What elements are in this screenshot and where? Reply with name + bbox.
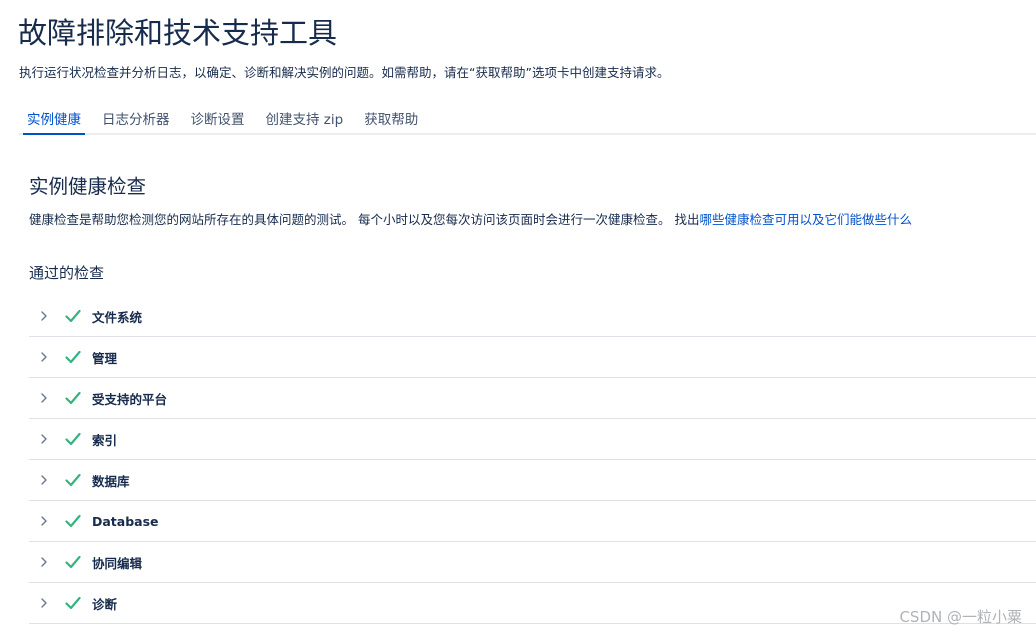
- check-icon: [65, 432, 81, 446]
- tab-instance-health[interactable]: 实例健康: [19, 100, 89, 135]
- chevron-right-icon: [41, 475, 47, 485]
- check-label: 受支持的平台: [92, 391, 168, 407]
- check-icon: [65, 555, 81, 569]
- tab-create-support-zip[interactable]: 创建支持 zip: [258, 100, 352, 133]
- check-label: 诊断: [92, 596, 118, 612]
- page-title: 故障排除和技术支持工具: [18, 16, 338, 50]
- tab-bar: 实例健康 日志分析器 诊断设置 创建支持 zip 获取帮助: [19, 100, 1036, 135]
- check-icon: [65, 350, 81, 364]
- check-row-database[interactable]: Database: [29, 501, 1036, 542]
- check-icon: [65, 309, 81, 323]
- check-row-supported-platform[interactable]: 受支持的平台: [29, 378, 1036, 419]
- check-icon: [65, 473, 81, 487]
- check-label: 索引: [92, 432, 118, 448]
- check-label: Database: [92, 513, 159, 529]
- health-check-description: 健康检查是帮助您检测您的网站所存在的具体问题的测试。 每个小时以及您每次访问该页…: [29, 209, 912, 228]
- tab-get-help[interactable]: 获取帮助: [356, 100, 426, 133]
- check-icon: [65, 391, 81, 405]
- check-row-administration[interactable]: 管理: [29, 337, 1036, 378]
- check-label: 文件系统: [92, 309, 143, 325]
- check-row-database-cn[interactable]: 数据库: [29, 460, 1036, 501]
- check-label: 数据库: [92, 473, 130, 489]
- check-row-index[interactable]: 索引: [29, 419, 1036, 460]
- page-description: 执行运行状况检查并分析日志，以确定、诊断和解决实例的问题。如需帮助，请在“获取帮…: [19, 65, 670, 80]
- passed-checks-list: 文件系统 管理 受支持的平台 索引 数据库 Database 协同编辑 诊断: [29, 296, 1036, 624]
- chevron-right-icon: [41, 352, 47, 362]
- check-label: 管理: [92, 350, 118, 366]
- chevron-right-icon: [41, 598, 47, 608]
- chevron-right-icon: [41, 434, 47, 444]
- check-row-filesystem[interactable]: 文件系统: [29, 296, 1036, 337]
- tab-diagnostic-settings[interactable]: 诊断设置: [183, 100, 253, 133]
- check-row-diagnostics[interactable]: 诊断: [29, 583, 1036, 624]
- check-icon: [65, 596, 81, 610]
- check-row-collaborative-editing[interactable]: 协同编辑: [29, 542, 1036, 583]
- chevron-right-icon: [41, 393, 47, 403]
- chevron-right-icon: [41, 557, 47, 567]
- watermark: CSDN @一粒小粟: [899, 608, 1022, 626]
- check-label: 协同编辑: [92, 555, 143, 571]
- health-check-title: 实例健康检查: [29, 175, 147, 198]
- check-icon: [65, 514, 81, 528]
- health-check-description-text: 健康检查是帮助您检测您的网站所存在的具体问题的测试。 每个小时以及您每次访问该页…: [29, 212, 700, 227]
- health-check-help-link[interactable]: 哪些健康检查可用以及它们能做些什么: [699, 212, 912, 227]
- passed-checks-title: 通过的检查: [29, 264, 105, 282]
- chevron-right-icon: [41, 516, 47, 526]
- chevron-right-icon: [41, 311, 47, 321]
- tab-log-analyzer[interactable]: 日志分析器: [94, 100, 178, 133]
